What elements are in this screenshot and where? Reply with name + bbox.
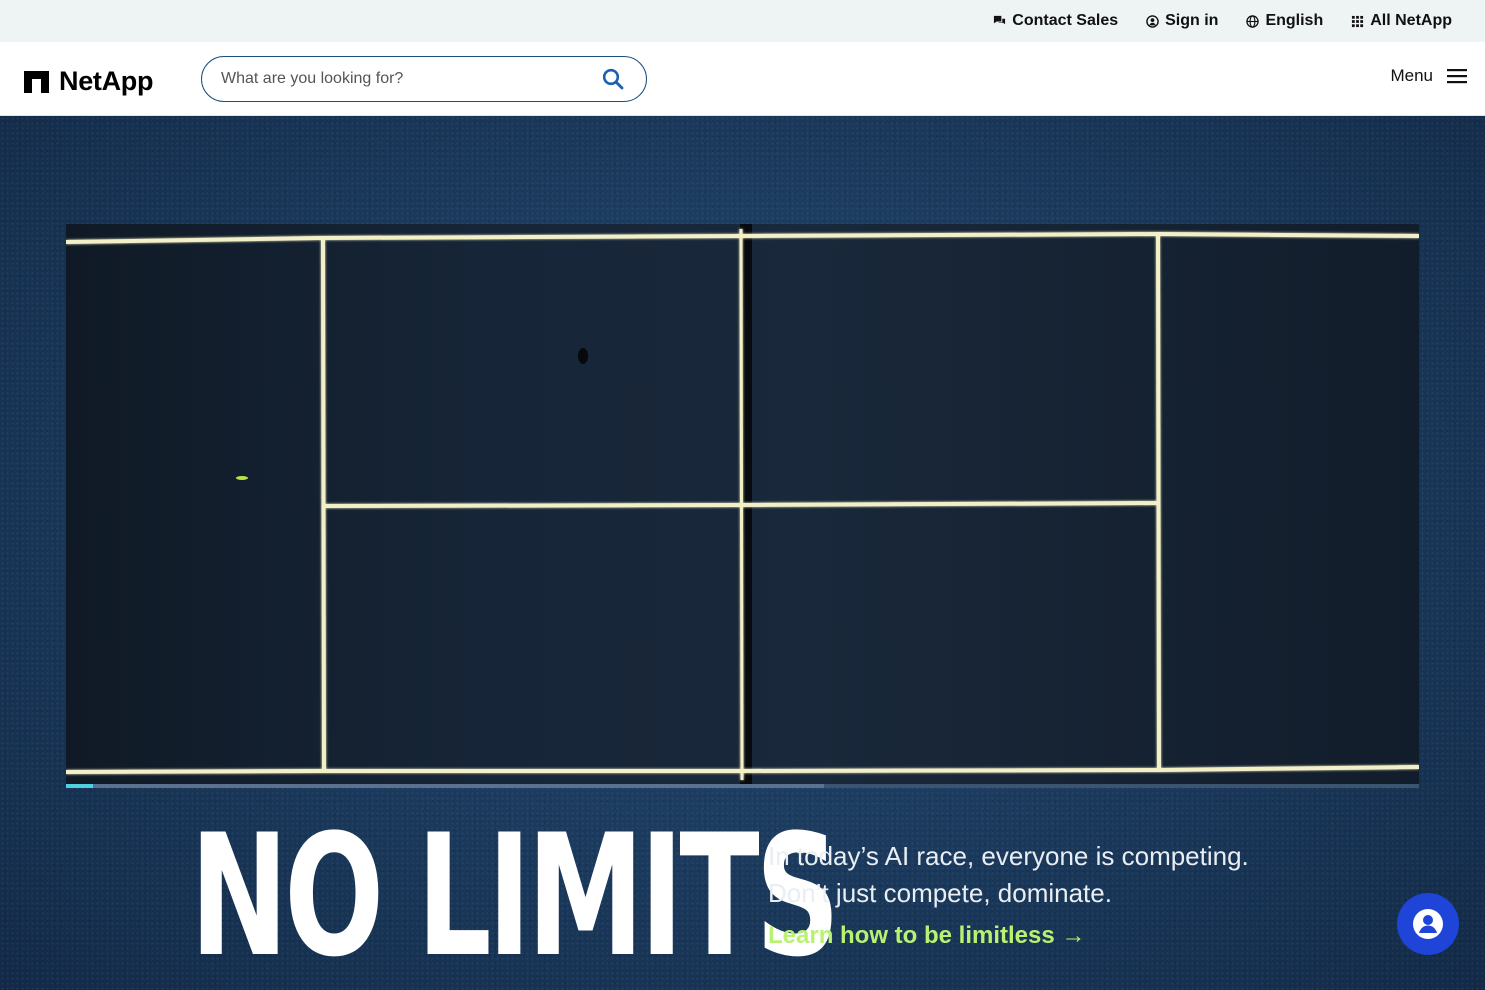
language-label: English	[1265, 12, 1324, 29]
court-mark	[578, 348, 588, 364]
hero-headline: NO LIMITS	[190, 798, 840, 990]
chat-assistant-button[interactable]	[1397, 893, 1459, 955]
video-progress-bar[interactable]	[66, 784, 1419, 788]
hero-video[interactable]	[66, 224, 1419, 784]
all-netapp-label: All NetApp	[1370, 12, 1452, 29]
grid-icon	[1352, 15, 1364, 27]
netapp-logo[interactable]: NetApp	[24, 66, 154, 97]
court-net-line	[739, 228, 744, 781]
hero-tagline: In today’s AI race, everyone is competin…	[768, 838, 1288, 912]
search-input[interactable]	[219, 69, 583, 89]
utility-bar: Contact Sales Sign in English All NetApp	[0, 0, 1485, 42]
logo-text: NetApp	[59, 66, 154, 96]
globe-icon	[1246, 14, 1260, 28]
learn-limitless-link[interactable]: Learn how to be limitless →	[768, 922, 1085, 950]
court-right-service-line	[1156, 233, 1161, 771]
court-left-service-line	[321, 237, 326, 772]
chat-assistant-icon	[1413, 909, 1443, 939]
hamburger-menu-icon	[1447, 69, 1467, 84]
user-circle-icon	[1146, 14, 1159, 28]
main-header: NetApp Menu	[0, 42, 1485, 116]
tennis-court-frame	[66, 224, 1419, 784]
chat-bubble-icon	[994, 15, 1006, 24]
search-box	[201, 56, 647, 102]
sign-in-link[interactable]: Sign in	[1146, 12, 1218, 30]
hero-tagline-line1: In today’s AI race, everyone is competin…	[768, 841, 1249, 871]
video-buffer-bar	[66, 784, 824, 788]
contact-sales-label: Contact Sales	[1012, 12, 1119, 29]
contact-sales-link[interactable]: Contact Sales	[993, 12, 1118, 30]
all-netapp-link[interactable]: All NetApp	[1351, 12, 1452, 30]
sign-in-label: Sign in	[1165, 12, 1219, 29]
search-icon[interactable]	[602, 68, 624, 90]
hero-section: NO LIMITS In today’s AI race, everyone i…	[0, 116, 1485, 990]
tennis-ball	[236, 476, 248, 480]
netapp-logo-icon	[24, 70, 49, 93]
video-progress-fill	[66, 784, 93, 788]
hero-tagline-line2: Don’t just compete, dominate.	[768, 878, 1112, 908]
menu-label: Menu	[1390, 66, 1433, 85]
language-selector[interactable]: English	[1246, 12, 1323, 30]
menu-button[interactable]: Menu	[1390, 66, 1467, 86]
